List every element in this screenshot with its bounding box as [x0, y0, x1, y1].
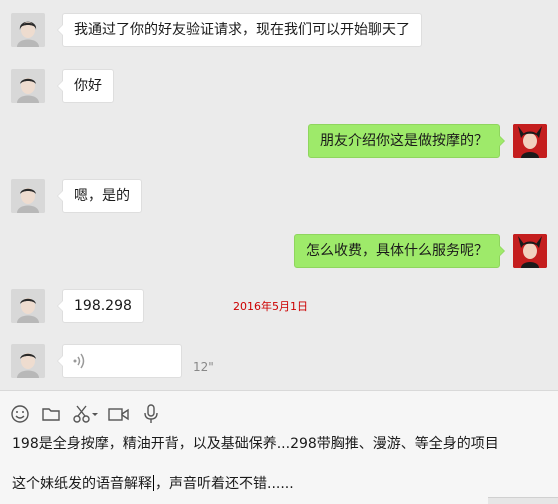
message-bubble: 198.298	[57, 289, 144, 323]
scissors-icon[interactable]	[72, 404, 100, 424]
message-bubble: 我通过了你的好友验证请求，现在我们可以开始聊天了	[57, 13, 422, 47]
contact-avatar[interactable]	[11, 13, 45, 47]
message-text: 你好	[74, 78, 102, 94]
message-bubble-own: 朋友介绍你这是做按摩的？	[308, 124, 505, 158]
contact-avatar[interactable]	[11, 69, 45, 103]
message-text: 怎么收费，具体什么服务呢？	[306, 243, 488, 259]
chat-area: 我通过了你的好友验证请求，现在我们可以开始聊天了 你好 朋友介绍你这是做按摩的？…	[0, 0, 558, 390]
input-text-segment: ，声音听着还不错......	[155, 476, 294, 492]
own-avatar[interactable]	[513, 234, 547, 268]
message-text: 朋友介绍你这是做按摩的？	[320, 133, 488, 149]
message-bubble-own: 怎么收费，具体什么服务呢？	[294, 234, 505, 268]
emoji-icon[interactable]	[10, 404, 30, 424]
own-avatar[interactable]	[513, 124, 547, 158]
contact-avatar[interactable]	[11, 289, 45, 323]
message-bubble: 嗯，是的	[57, 179, 142, 213]
input-text-line[interactable]: 198是全身按摩，精油开背，以及基础保养...298带胸推、漫游、等全身的项目	[12, 433, 499, 453]
message-text: 嗯，是的	[74, 188, 130, 204]
video-call-icon[interactable]	[108, 404, 130, 424]
text-cursor	[153, 475, 154, 491]
message-text: 我通过了你的好友验证请求，现在我们可以开始聊天了	[74, 22, 410, 38]
contact-avatar[interactable]	[11, 179, 45, 213]
input-text-line[interactable]: 这个妹纸发的语音解释 ，声音听着还不错......	[12, 473, 294, 493]
voice-duration: 12"	[193, 360, 214, 374]
folder-icon[interactable]	[41, 404, 61, 424]
voice-message-bubble[interactable]	[57, 344, 182, 378]
input-text-segment: 这个妹纸发的语音解释	[12, 476, 152, 492]
date-annotation: 2016年5月1日	[233, 300, 308, 313]
voice-wave-icon	[73, 352, 85, 375]
message-text: 198.298	[74, 298, 132, 314]
contact-avatar[interactable]	[11, 344, 45, 378]
message-bubble: 你好	[57, 69, 114, 103]
microphone-icon[interactable]	[141, 404, 161, 424]
